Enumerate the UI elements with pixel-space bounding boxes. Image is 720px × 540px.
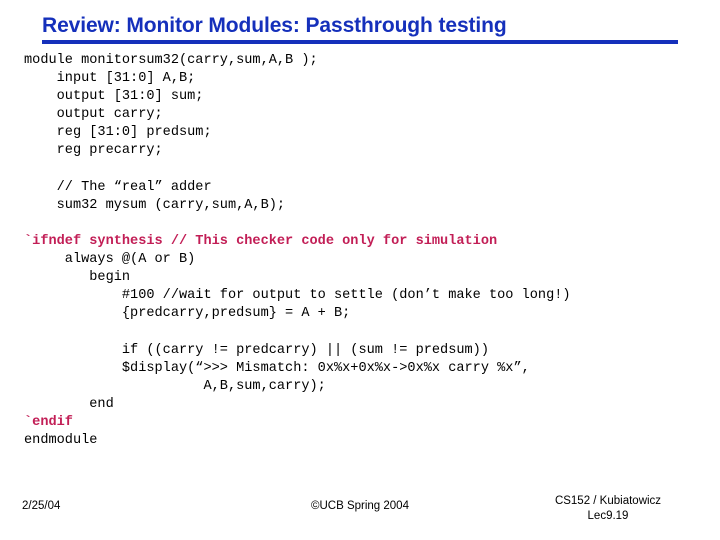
verilog-code-listing: module monitorsum32(carry,sum,A,B ); inp…	[24, 52, 714, 450]
code-line: endmodule	[24, 432, 98, 448]
footer-course-info: CS152 / Kubiatowicz Lec9.19	[518, 494, 698, 524]
code-line: output carry;	[24, 107, 163, 123]
code-line: if ((carry != predcarry) || (sum != pred…	[24, 342, 489, 358]
code-line: reg [31:0] predsum;	[24, 125, 212, 141]
footer-lecture-number: Lec9.19	[587, 510, 629, 522]
page-title: Review: Monitor Modules: Passthrough tes…	[42, 14, 507, 37]
code-line: #100 //wait for output to settle (don’t …	[24, 288, 571, 304]
code-line: input [31:0] A,B;	[24, 71, 196, 87]
code-line: begin	[24, 270, 131, 286]
code-line: reg precarry;	[24, 143, 163, 159]
code-line: end	[24, 396, 114, 412]
code-line: module monitorsum32(carry,sum,A,B );	[24, 53, 318, 68]
code-line: $display(“>>> Mismatch: 0x%x+0x%x->0x%x …	[24, 360, 530, 376]
code-line: // The “real” adder	[24, 179, 212, 195]
code-line: output [31:0] sum;	[24, 89, 204, 105]
code-line: always @(A or B)	[24, 252, 196, 268]
footer-course-name: CS152 / Kubiatowicz	[554, 495, 662, 507]
code-line: `endif	[24, 414, 73, 430]
code-line: {predcarry,predsum} = A + B;	[24, 306, 351, 322]
title-underline-rule	[42, 40, 678, 44]
code-line: sum32 mysum (carry,sum,A,B);	[24, 197, 286, 213]
code-line: `ifndef synthesis // This checker code o…	[24, 233, 498, 249]
code-line: A,B,sum,carry);	[24, 378, 326, 394]
